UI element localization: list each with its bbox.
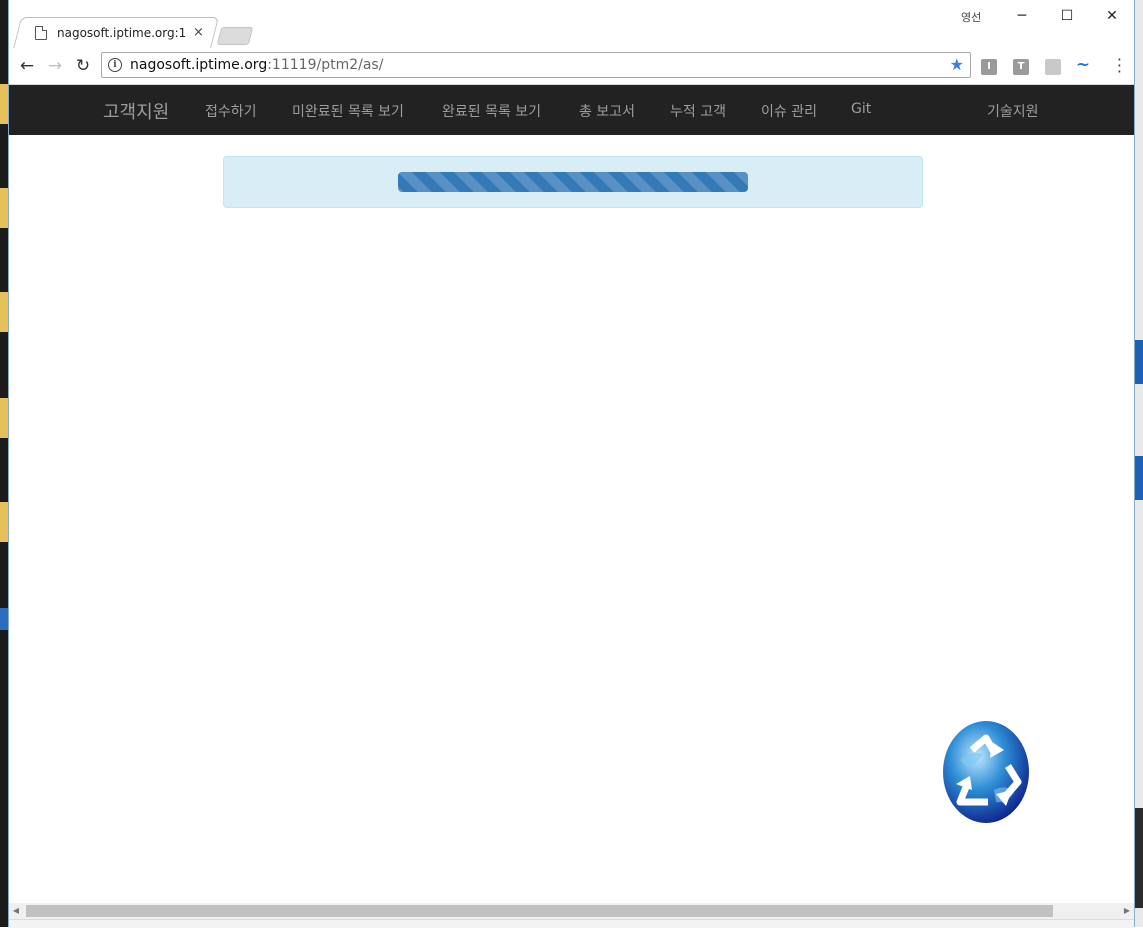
nav-item-complete-list[interactable]: 완료된 목록 보기 <box>442 101 541 121</box>
url-text[interactable]: nagosoft.iptime.org:11119/ptm2/as/ <box>130 57 383 73</box>
bookmark-star-icon[interactable]: ★ <box>950 55 964 74</box>
horizontal-scrollbar[interactable]: ◀ ▶ <box>9 903 1134 919</box>
page-content <box>9 135 1134 903</box>
close-window-button[interactable]: ✕ <box>1089 0 1135 32</box>
back-button[interactable]: ← <box>17 56 37 76</box>
tab-title: nagosoft.iptime.org:111 <box>57 25 187 40</box>
scroll-right-arrow[interactable]: ▶ <box>1120 903 1134 919</box>
navbar-brand[interactable]: 고객지원 <box>103 98 169 124</box>
scrollbar-thumb[interactable] <box>26 905 1053 917</box>
desktop-selected-icon <box>0 608 8 630</box>
site-navbar: 고객지원 접수하기 미완료된 목록 보기 완료된 목록 보기 총 보고서 누적 … <box>9 85 1134 135</box>
nav-item-receive[interactable]: 접수하기 <box>205 101 257 121</box>
active-tab[interactable]: nagosoft.iptime.org:111 × <box>25 17 215 48</box>
desktop-folder-icon <box>0 398 8 438</box>
extension-chat-icon[interactable] <box>1045 59 1061 75</box>
browser-toolbar: ← → ↻ i nagosoft.iptime.org:11119/ptm2/a… <box>9 48 1134 85</box>
desktop-right-strip <box>1135 0 1143 927</box>
title-bar: nagosoft.iptime.org:111 × 영선 ─ ☐ ✕ <box>9 0 1135 49</box>
desktop-left-strip <box>0 0 8 927</box>
recycle-globe-icon[interactable] <box>942 720 1030 824</box>
reload-button[interactable]: ↻ <box>73 56 93 76</box>
desktop-app-icon <box>1135 340 1143 384</box>
site-info-icon[interactable]: i <box>108 58 122 72</box>
tab-close-icon[interactable]: × <box>193 25 204 40</box>
new-tab-button[interactable] <box>216 27 254 45</box>
profile-name[interactable]: 영선 <box>961 9 981 25</box>
forward-button[interactable]: → <box>45 56 65 76</box>
nav-item-incomplete-list[interactable]: 미완료된 목록 보기 <box>292 101 404 121</box>
desktop-app-icon <box>1135 808 1143 908</box>
desktop-folder-icon <box>0 292 8 332</box>
nav-item-tech-support[interactable]: 기술지원 <box>987 101 1039 121</box>
desktop-app-icon <box>1135 456 1143 500</box>
browser-window: nagosoft.iptime.org:111 × 영선 ─ ☐ ✕ ← → ↻… <box>8 0 1135 928</box>
page-icon <box>35 25 47 40</box>
maximize-button[interactable]: ☐ <box>1044 0 1090 32</box>
extension-n-icon[interactable]: ~ <box>1075 57 1091 74</box>
extension-i-icon[interactable]: I <box>981 59 997 75</box>
desktop-folder-icon <box>0 84 8 124</box>
desktop-folder-icon <box>0 502 8 542</box>
scroll-left-arrow[interactable]: ◀ <box>9 903 23 919</box>
url-host: nagosoft.iptime.org <box>130 57 268 73</box>
nav-item-issue-management[interactable]: 이슈 관리 <box>761 101 817 121</box>
extension-t-icon[interactable]: T <box>1013 59 1029 75</box>
loading-progress-bar <box>398 172 748 192</box>
url-path: :11119/ptm2/as/ <box>267 57 384 73</box>
nav-item-cumulative-customers[interactable]: 누적 고객 <box>670 101 726 121</box>
minimize-button[interactable]: ─ <box>999 0 1045 32</box>
nav-item-git[interactable]: Git <box>851 101 871 117</box>
address-bar[interactable]: i nagosoft.iptime.org:11119/ptm2/as/ ★ <box>101 52 971 78</box>
nav-item-total-report[interactable]: 총 보고서 <box>579 101 635 121</box>
desktop-folder-icon <box>0 188 8 228</box>
browser-menu-icon[interactable]: · · · <box>1117 52 1122 80</box>
loading-alert <box>223 156 923 208</box>
